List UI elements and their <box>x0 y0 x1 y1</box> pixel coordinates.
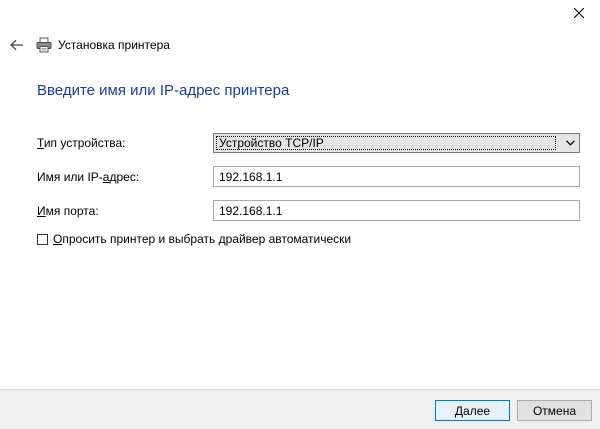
hostname-input[interactable] <box>213 166 580 187</box>
hostname-label: Имя или IP-адрес: <box>37 170 140 184</box>
auto-driver-checkbox[interactable] <box>37 233 48 245</box>
back-arrow-icon <box>10 39 23 51</box>
dialog-footer: Далее Отмена <box>0 389 600 429</box>
auto-driver-label: Опросить принтер и выбрать драйвер автом… <box>53 232 352 246</box>
window-title: Установка принтера <box>58 38 170 52</box>
cancel-button[interactable]: Отмена <box>517 400 592 421</box>
device-type-selected-value: Устройство TCP/IP <box>216 136 556 150</box>
close-icon <box>574 8 584 18</box>
auto-driver-option[interactable]: Опросить принтер и выбрать драйвер автом… <box>37 232 351 246</box>
device-type-label: Тип устройства: <box>37 136 126 150</box>
page-heading: Введите имя или IP-адрес принтера <box>37 82 290 99</box>
port-name-label: Имя порта: <box>37 204 99 218</box>
close-button[interactable] <box>566 2 592 24</box>
next-button[interactable]: Далее <box>435 400 510 421</box>
printer-icon <box>36 37 52 53</box>
back-button[interactable] <box>8 36 26 54</box>
port-name-input[interactable] <box>213 200 580 221</box>
device-type-select[interactable]: Устройство TCP/IP <box>213 133 580 153</box>
dialog-header: Установка принтера <box>8 35 170 55</box>
printer-setup-window: Установка принтера Введите имя или IP-ад… <box>0 0 600 429</box>
chevron-down-icon <box>564 137 576 149</box>
